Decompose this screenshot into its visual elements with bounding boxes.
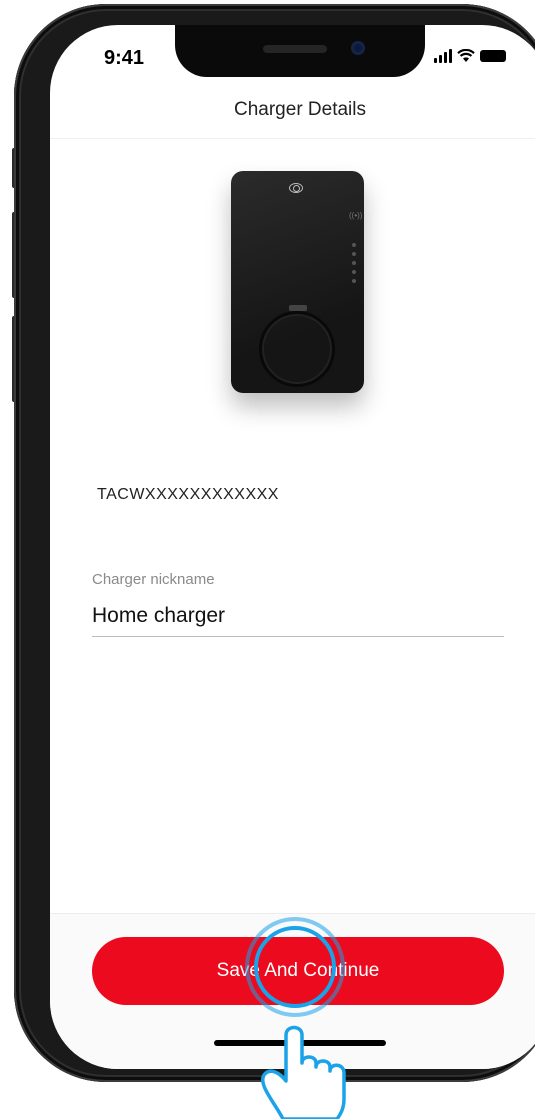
status-icons — [434, 49, 506, 63]
brand-logo-icon — [289, 183, 303, 193]
status-leds — [352, 243, 356, 283]
nickname-label: Charger nickname — [92, 571, 215, 588]
stage: 9:41 Charger Details ((•)) TACWXXXXXXXXX… — [0, 0, 535, 1119]
front-camera — [351, 41, 365, 55]
status-time: 9:41 — [104, 47, 145, 69]
tap-hand-icon — [261, 1025, 346, 1119]
charger-image: ((•)) — [231, 171, 364, 393]
notch — [175, 25, 425, 77]
charger-serial: TACWXXXXXXXXXXXX — [97, 486, 279, 503]
header-divider — [50, 138, 535, 139]
screen: 9:41 Charger Details ((•)) TACWXXXXXXXXX… — [50, 25, 535, 1069]
cable-holster — [259, 311, 335, 387]
page-title: Charger Details — [234, 99, 366, 120]
nickname-input[interactable] — [92, 595, 504, 637]
signal-icon — [434, 49, 452, 63]
tap-ring-inner — [254, 926, 336, 1008]
wifi-icon — [457, 49, 475, 62]
battery-icon — [480, 50, 506, 62]
speaker — [263, 45, 327, 53]
nfc-icon: ((•)) — [349, 211, 363, 220]
